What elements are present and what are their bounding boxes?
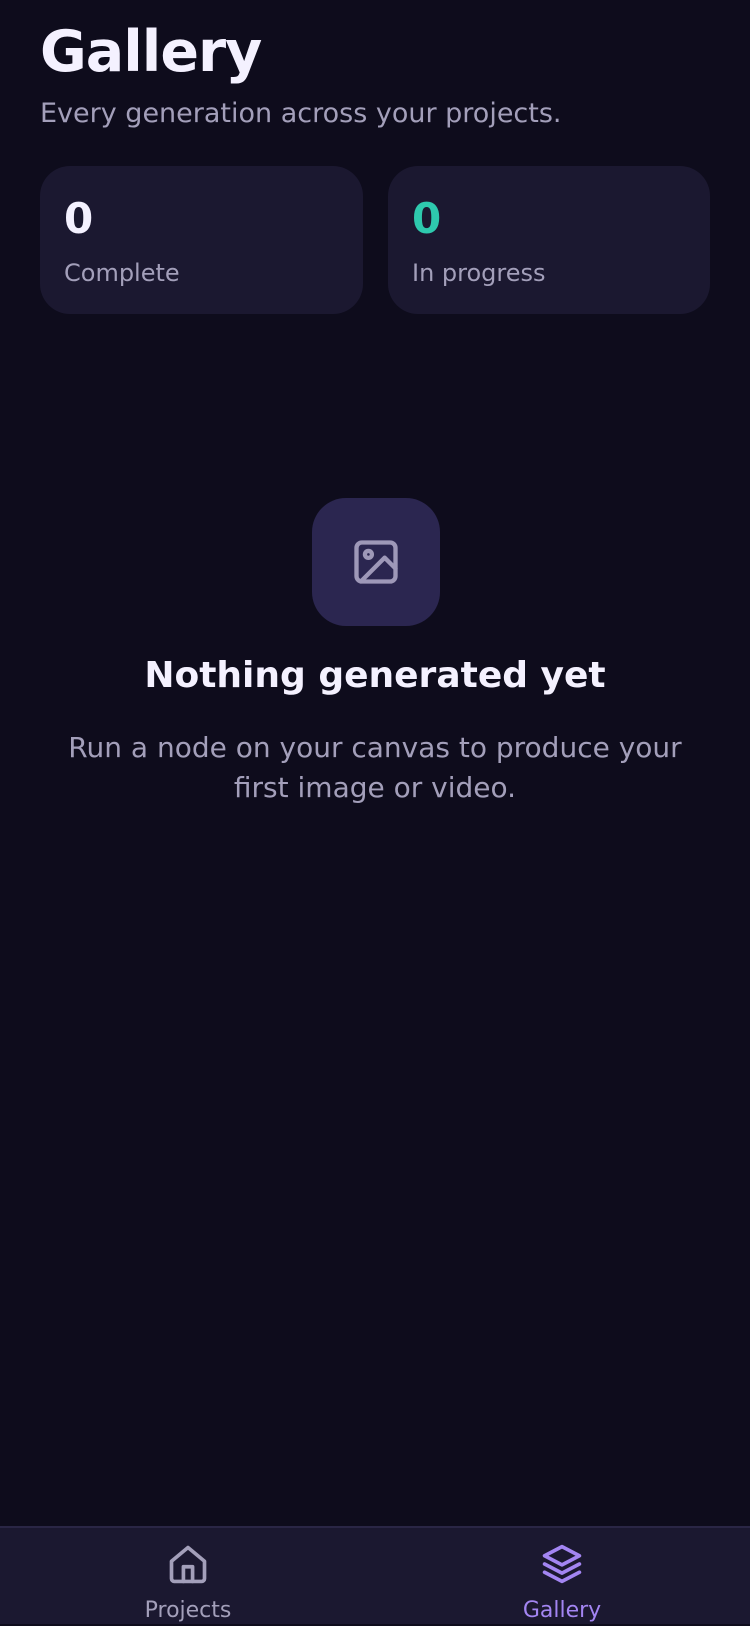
page-title: Gallery	[40, 19, 262, 85]
bottom-nav: Projects Gallery	[0, 1526, 750, 1624]
page-subtitle: Every generation across your projects.	[40, 98, 562, 129]
layers-icon	[542, 1544, 582, 1584]
stat-card-in-progress: 0 In progress	[388, 166, 710, 314]
nav-item-projects[interactable]: Projects	[88, 1528, 288, 1626]
empty-state-description: Run a node on your canvas to produce you…	[68, 731, 682, 804]
stat-card-complete: 0 Complete	[40, 166, 363, 314]
stat-label-complete: Complete	[64, 259, 180, 287]
nav-label-projects: Projects	[144, 1598, 232, 1623]
nav-item-gallery[interactable]: Gallery	[462, 1528, 662, 1626]
home-icon	[169, 1545, 207, 1584]
stat-value-in-progress: 0	[412, 194, 442, 243]
stat-label-in-progress: In progress	[412, 259, 546, 287]
nav-label-gallery: Gallery	[522, 1598, 602, 1623]
stat-value-complete: 0	[64, 194, 94, 243]
empty-state-title: Nothing generated yet	[144, 655, 606, 696]
image-icon	[354, 540, 398, 584]
empty-state-icon-box	[312, 498, 440, 626]
